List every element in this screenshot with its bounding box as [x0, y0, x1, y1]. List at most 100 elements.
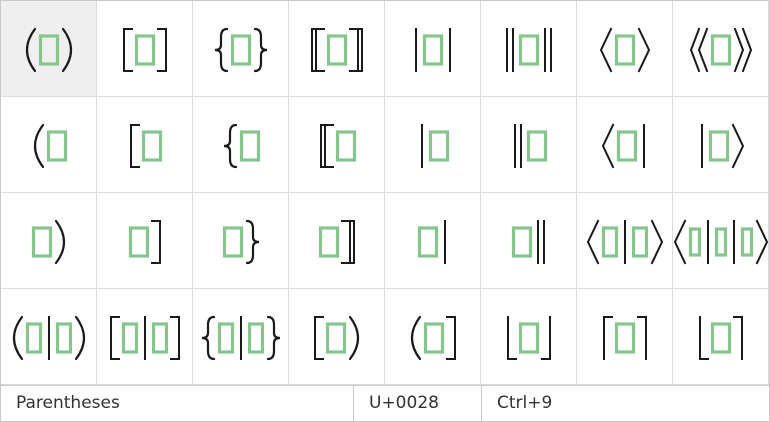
bracket-glyph-double-angle-brackets: [689, 27, 753, 73]
placeholder-box-icon: [318, 226, 340, 258]
bracket-right-icon: [151, 220, 161, 264]
bracket-cell-angle-brackets[interactable]: [577, 1, 673, 97]
bracket-glyph-parentheses: [25, 27, 73, 73]
bracket-cell-parentheses-with-separator[interactable]: [1, 289, 97, 385]
placeholder-box-icon: [616, 130, 638, 162]
placeholder-box-icon: [688, 227, 702, 257]
bracket-cell-vertical-bars[interactable]: [385, 1, 481, 97]
bracket-glyph-right-double-vertical-bar: [511, 220, 545, 264]
bracket-cell-square-brackets-with-separator[interactable]: [97, 289, 193, 385]
placeholder-box-icon: [55, 322, 73, 354]
placeholder-box-icon: [46, 130, 68, 162]
ceil-left-icon: [603, 316, 613, 360]
angle-left-icon: [586, 219, 600, 265]
bracket-glyph-right-parenthesis: [31, 219, 66, 265]
bracket-cell-floor[interactable]: [481, 289, 577, 385]
bracket-glyph-angle-brackets: [599, 27, 651, 73]
bracket-cell-left-vertical-bar[interactable]: [385, 97, 481, 193]
bracket-cell-left-double-vertical-bar[interactable]: [481, 97, 577, 193]
placeholder-box-icon: [25, 322, 43, 354]
paren-left-icon: [410, 315, 422, 361]
bracket-left-icon: [123, 28, 133, 72]
bracket-cell-right-curly-brace[interactable]: [193, 193, 289, 289]
bracket-cell-right-square-bracket[interactable]: [97, 193, 193, 289]
placeholder-box-icon: [128, 226, 150, 258]
status-name: Parentheses: [16, 393, 120, 413]
bracket-glyph-left-double-square-bracket: [320, 124, 357, 168]
bracket-cell-curly-braces[interactable]: [193, 1, 289, 97]
brace-right-icon: [266, 315, 281, 361]
placeholder-box-icon: [134, 34, 156, 66]
paren-left-icon: [33, 123, 45, 169]
placeholder-box-icon: [326, 34, 348, 66]
placeholder-box-icon: [121, 322, 139, 354]
bracket-cell-left-square-bracket[interactable]: [97, 97, 193, 193]
bracket-cell-square-brackets[interactable]: [97, 1, 193, 97]
bracket-cell-left-parenthesis[interactable]: [1, 97, 97, 193]
bracket-cell-bra-operator-ket[interactable]: [673, 193, 769, 289]
bracket-cell-bracket-parenthesis[interactable]: [289, 289, 385, 385]
placeholder-box-icon: [614, 34, 636, 66]
bracket-glyph-vertical-bars: [415, 28, 451, 72]
bracket-glyph-left-square-bracket: [130, 124, 163, 168]
bracket-cell-curly-braces-with-separator[interactable]: [193, 289, 289, 385]
paren-right-icon: [348, 315, 360, 361]
angle-left-icon: [599, 27, 613, 73]
bracket-glyph-bra-operator-ket: [673, 219, 769, 265]
placeholder-box-icon: [710, 34, 732, 66]
paren-right-icon: [61, 27, 73, 73]
bracket-right-icon: [446, 316, 456, 360]
bracket-glyph-bracket-parenthesis: [314, 315, 360, 361]
placeholder-box-icon: [422, 34, 444, 66]
angle-right-icon: [755, 219, 769, 265]
bracket-glyph-curly-braces: [214, 27, 268, 73]
bracket-left-icon: [314, 316, 324, 360]
bracket-cell-right-parenthesis[interactable]: [1, 193, 97, 289]
bracket-cell-bra[interactable]: [577, 97, 673, 193]
placeholder-box-icon: [217, 322, 235, 354]
bracket-cell-right-vertical-bar[interactable]: [385, 193, 481, 289]
dangle-right-icon: [733, 27, 745, 73]
bracket-cell-left-double-square-bracket[interactable]: [289, 97, 385, 193]
angle-right-icon: [731, 123, 745, 169]
status-code: U+0028: [369, 393, 439, 413]
dbracket-right-icon: [349, 28, 363, 72]
bracket-cell-double-angle-brackets[interactable]: [673, 1, 769, 97]
bracket-cell-double-vertical-bars[interactable]: [481, 1, 577, 97]
placeholder-box-icon: [151, 322, 169, 354]
bracket-grid: [1, 1, 769, 385]
bracket-cell-bra-ket[interactable]: [577, 193, 673, 289]
bracket-glyph-left-vertical-bar: [421, 124, 450, 168]
bracket-cell-right-double-vertical-bar[interactable]: [481, 193, 577, 289]
bracket-cell-ket[interactable]: [673, 97, 769, 193]
bracket-right-icon: [170, 316, 180, 360]
placeholder-box-icon: [740, 227, 754, 257]
bracket-cell-parentheses[interactable]: [1, 1, 97, 97]
dbracket-right-icon: [341, 220, 355, 264]
angle-right-icon: [650, 219, 664, 265]
placeholder-box-icon: [31, 226, 53, 258]
bracket-cell-left-curly-brace[interactable]: [193, 97, 289, 193]
bracket-glyph-bra: [601, 123, 645, 169]
floor-left-icon: [507, 316, 517, 360]
placeholder-box-icon: [710, 322, 732, 354]
bracket-cell-parenthesis-bracket[interactable]: [385, 289, 481, 385]
placeholder-box-icon: [631, 226, 649, 258]
bracket-glyph-ket: [701, 123, 745, 169]
dbracket-left-icon: [320, 124, 334, 168]
ceil-right-icon: [733, 316, 743, 360]
bracket-cell-ceiling[interactable]: [577, 289, 673, 385]
bracket-glyph-ceiling: [603, 316, 647, 360]
bracket-cell-double-square-brackets[interactable]: [289, 1, 385, 97]
bracket-glyph-right-curly-brace: [222, 219, 260, 265]
brace-right-icon: [245, 219, 260, 265]
bracket-glyph-floor-ceiling: [699, 316, 743, 360]
placeholder-box-icon: [38, 34, 60, 66]
floor-left-icon: [699, 316, 709, 360]
bracket-cell-right-double-square-bracket[interactable]: [289, 193, 385, 289]
bracket-glyph-square-brackets: [123, 28, 167, 72]
bracket-cell-floor-ceiling[interactable]: [673, 289, 769, 385]
bracket-glyph-left-parenthesis: [33, 123, 68, 169]
bracket-gallery-panel: Parentheses U+0028 Ctrl+9: [0, 0, 770, 422]
bracket-glyph-right-square-bracket: [128, 220, 161, 264]
